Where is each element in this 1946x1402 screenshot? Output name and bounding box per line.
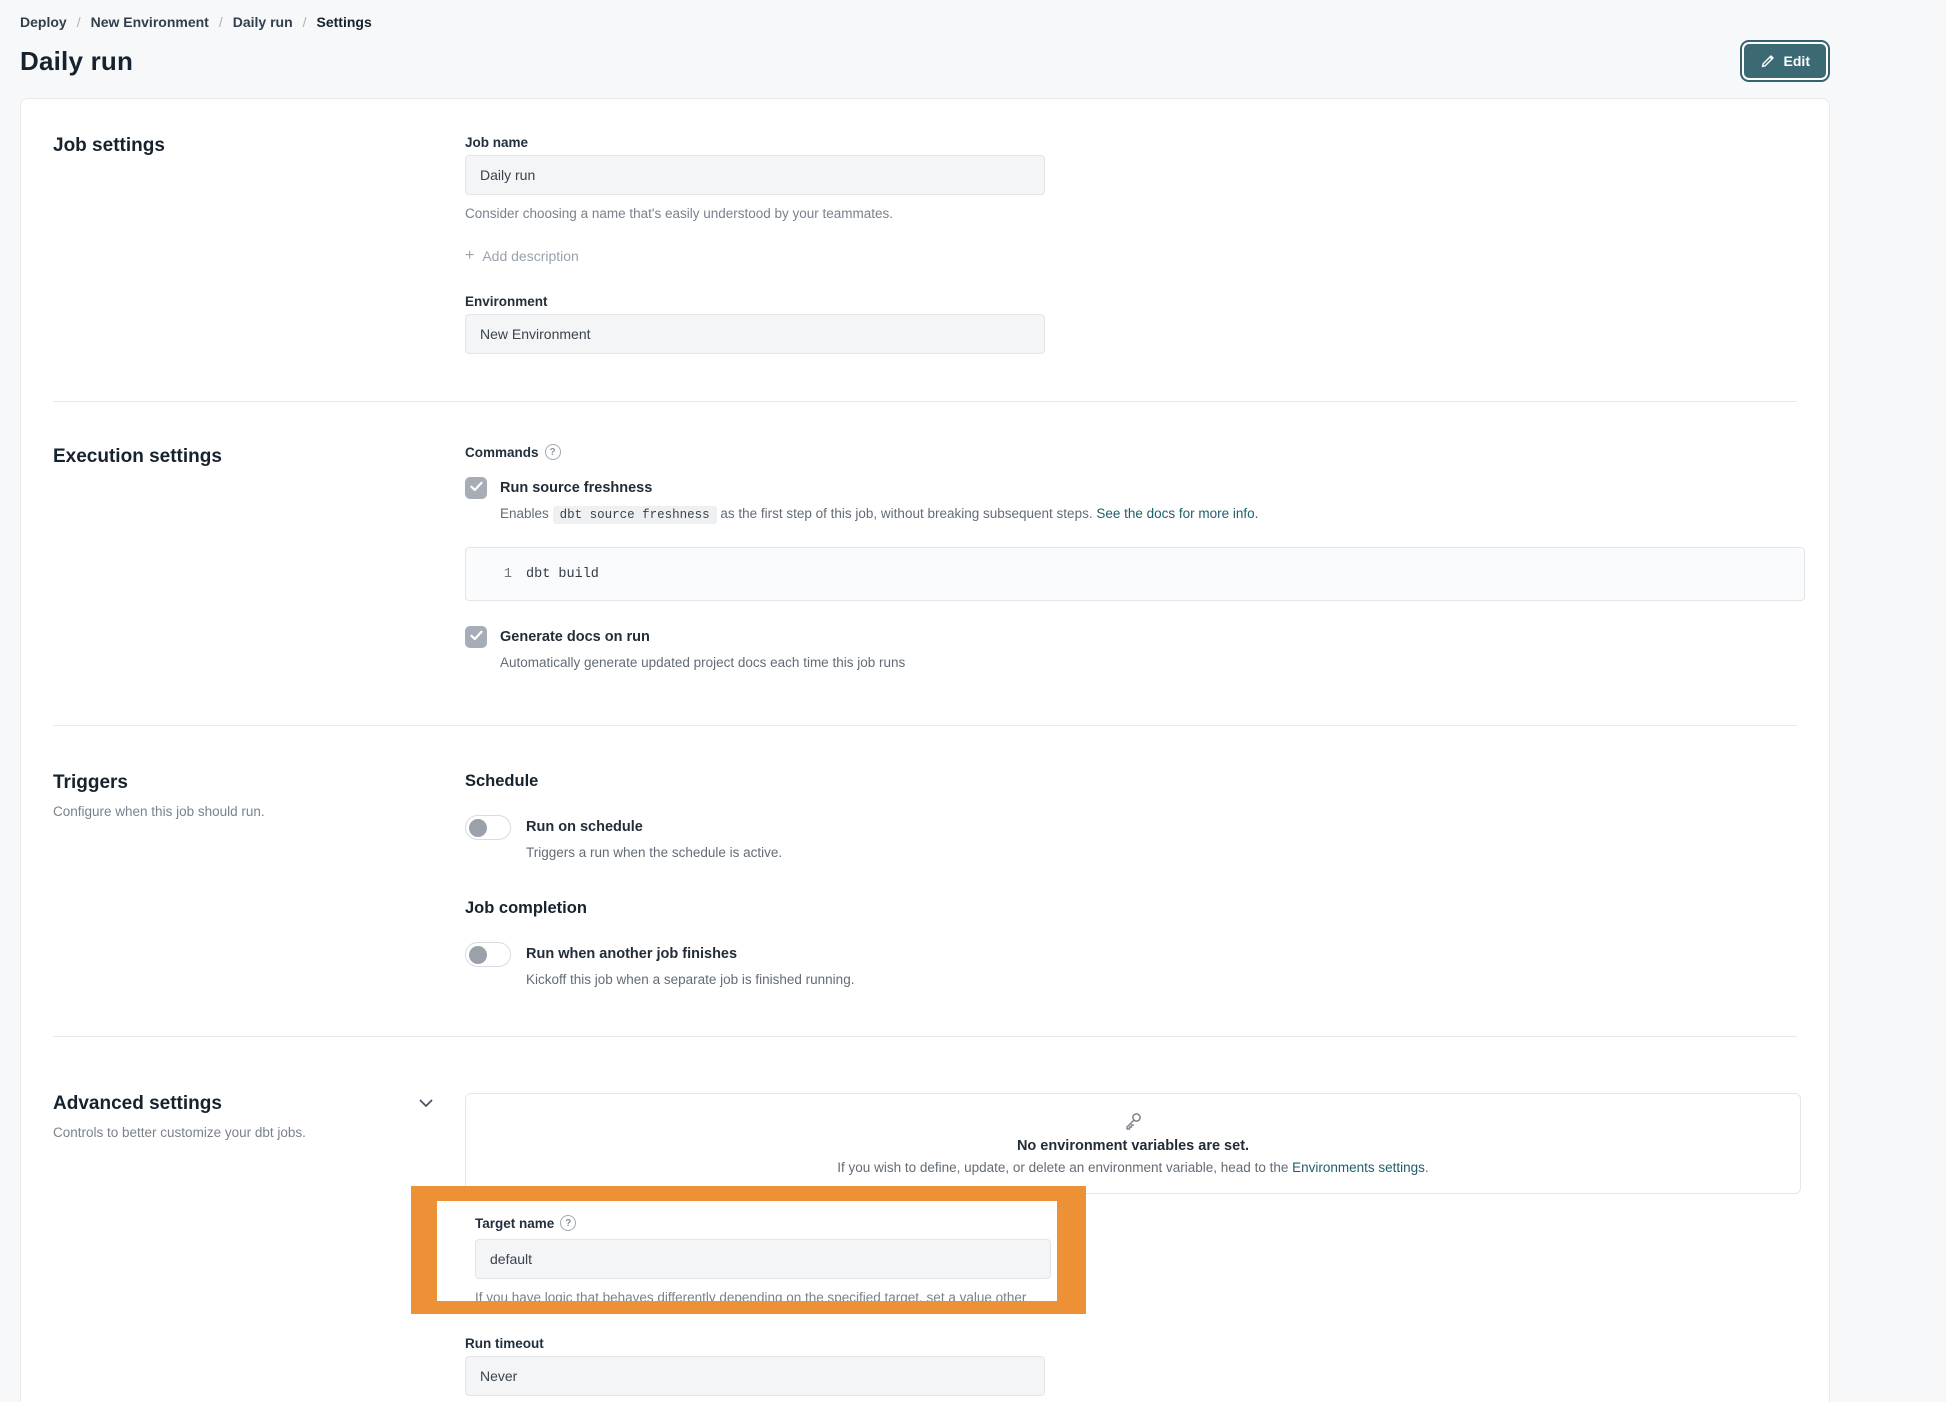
plus-icon: +: [465, 248, 474, 264]
run-on-schedule-label: Run on schedule: [526, 815, 782, 839]
execution-settings-heading: Execution settings: [53, 446, 465, 468]
code-line-number: 1: [466, 567, 512, 582]
generate-docs-label: Generate docs on run: [500, 625, 905, 649]
add-description-label: Add description: [482, 248, 579, 264]
page-header: Deploy / New Environment / Daily run / S…: [0, 0, 1946, 82]
breadcrumb-deploy[interactable]: Deploy: [20, 14, 67, 30]
target-name-input[interactable]: [475, 1239, 1051, 1279]
environment-input[interactable]: [465, 314, 1045, 354]
run-source-freshness-help: Enables dbt source freshness as the firs…: [500, 504, 1258, 525]
env-vars-empty-title: No environment variables are set.: [486, 1138, 1780, 1154]
generate-docs-help: Automatically generate updated project d…: [500, 653, 905, 673]
freshness-inline-code: dbt source freshness: [553, 506, 717, 524]
key-icon: [486, 1110, 1780, 1132]
commands-code-editor[interactable]: 1 dbt build: [465, 547, 1805, 601]
toggle-knob: [469, 819, 487, 837]
settings-card: Job settings Job name Consider choosing …: [20, 98, 1830, 1402]
advanced-settings-subheading: Controls to better customize your dbt jo…: [53, 1125, 465, 1140]
commands-help-icon[interactable]: ?: [545, 444, 561, 460]
run-when-job-finishes-help: Kickoff this job when a separate job is …: [526, 970, 854, 990]
edit-button-label: Edit: [1784, 53, 1810, 69]
run-when-job-finishes-label: Run when another job finishes: [526, 942, 854, 966]
add-description-button[interactable]: + Add description: [465, 248, 579, 264]
job-name-label: Job name: [465, 135, 1045, 150]
advanced-settings-section: Advanced settings Controls to better cus…: [21, 1037, 1829, 1402]
breadcrumb-separator: /: [219, 14, 223, 30]
freshness-docs-link[interactable]: See the docs for more info.: [1096, 506, 1258, 521]
target-name-help-icon[interactable]: ?: [560, 1215, 576, 1231]
run-source-freshness-label: Run source freshness: [500, 476, 1258, 500]
generate-docs-checkbox[interactable]: [465, 626, 487, 648]
job-settings-section: Job settings Job name Consider choosing …: [21, 99, 1829, 401]
breadcrumb-environment[interactable]: New Environment: [91, 14, 209, 30]
triggers-heading: Triggers: [53, 772, 465, 794]
breadcrumb-separator: /: [303, 14, 307, 30]
run-on-schedule-help: Triggers a run when the schedule is acti…: [526, 843, 782, 863]
run-when-job-finishes-toggle[interactable]: [465, 942, 511, 967]
breadcrumb-current-settings: Settings: [317, 14, 372, 30]
breadcrumb: Deploy / New Environment / Daily run / S…: [20, 14, 1926, 30]
environments-settings-link[interactable]: Environments settings: [1292, 1160, 1425, 1175]
environment-variables-empty-card: No environment variables are set. If you…: [465, 1093, 1801, 1194]
run-on-schedule-toggle[interactable]: [465, 815, 511, 840]
execution-settings-section: Execution settings Commands ? Run source…: [21, 402, 1829, 725]
environment-label: Environment: [465, 294, 1045, 309]
edit-button[interactable]: Edit: [1744, 44, 1826, 78]
job-completion-heading: Job completion: [465, 899, 854, 918]
run-timeout-input[interactable]: [465, 1356, 1045, 1396]
page-title: Daily run: [20, 46, 133, 77]
breadcrumb-separator: /: [77, 14, 81, 30]
env-vars-empty-text: If you wish to define, update, or delete…: [486, 1160, 1780, 1175]
run-source-freshness-checkbox[interactable]: [465, 477, 487, 499]
checkmark-icon: [470, 628, 483, 646]
triggers-subheading: Configure when this job should run.: [53, 804, 465, 819]
target-name-highlight-annotation: Target name ? If you have logic that beh…: [411, 1186, 1086, 1314]
toggle-knob: [469, 946, 487, 964]
job-name-help: Consider choosing a name that's easily u…: [465, 204, 1045, 224]
schedule-heading: Schedule: [465, 772, 854, 791]
advanced-settings-heading: Advanced settings: [53, 1093, 465, 1115]
pencil-icon: [1760, 53, 1776, 69]
checkmark-icon: [470, 479, 483, 497]
chevron-down-icon[interactable]: [419, 1095, 433, 1113]
target-name-help: If you have logic that behaves different…: [475, 1288, 1051, 1301]
triggers-section: Triggers Configure when this job should …: [21, 726, 1829, 1036]
job-name-input[interactable]: [465, 155, 1045, 195]
job-settings-heading: Job settings: [53, 135, 465, 157]
target-name-label: Target name: [475, 1216, 554, 1231]
run-timeout-label: Run timeout: [465, 1336, 1801, 1351]
breadcrumb-job[interactable]: Daily run: [233, 14, 293, 30]
commands-label: Commands: [465, 445, 539, 460]
code-line-content: dbt build: [512, 567, 599, 582]
